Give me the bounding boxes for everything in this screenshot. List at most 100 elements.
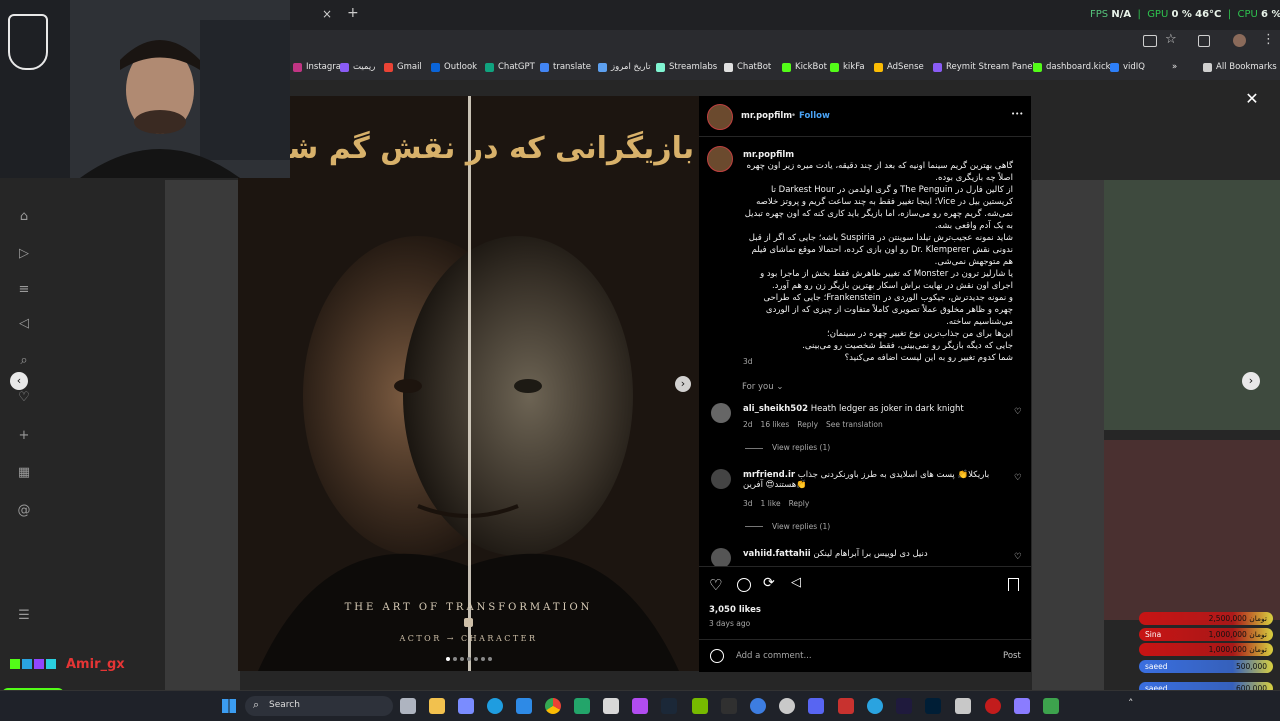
more-bookmarks-button[interactable]: » bbox=[1172, 59, 1177, 75]
more-menu-icon[interactable]: ☰ bbox=[16, 608, 32, 624]
epic-icon[interactable] bbox=[721, 698, 737, 714]
bookmark-item[interactable]: KickBot bbox=[782, 59, 827, 75]
file-explorer-icon[interactable] bbox=[429, 698, 445, 714]
wordpress-icon[interactable] bbox=[779, 698, 795, 714]
new-tab-button[interactable]: + bbox=[347, 5, 359, 21]
avatar[interactable] bbox=[711, 469, 731, 489]
chevron-up-icon[interactable]: ˄ bbox=[1128, 697, 1134, 710]
list-icon[interactable]: ≡ bbox=[16, 282, 32, 298]
avatar[interactable] bbox=[711, 403, 731, 423]
comment-input[interactable]: Add a comment... bbox=[736, 651, 812, 661]
avatar[interactable] bbox=[707, 104, 733, 130]
telegram-icon[interactable] bbox=[867, 698, 883, 714]
carousel-next-button[interactable]: › bbox=[675, 376, 691, 392]
view-replies-button[interactable]: View replies (1) bbox=[772, 443, 830, 452]
send-icon[interactable]: ◁ bbox=[16, 316, 32, 332]
view-replies-button[interactable]: View replies (1) bbox=[772, 522, 830, 531]
comment-likes[interactable]: 16 likes bbox=[761, 420, 790, 429]
reply-button[interactable]: Reply bbox=[797, 420, 818, 429]
cast-icon[interactable] bbox=[1143, 35, 1157, 47]
see-translation-button[interactable]: See translation bbox=[826, 420, 883, 429]
store-icon[interactable] bbox=[458, 698, 474, 714]
search-icon[interactable]: ⌕ bbox=[16, 353, 32, 369]
chevron-down-icon: ⌄ bbox=[776, 382, 784, 392]
star-icon[interactable]: ☆ bbox=[1165, 32, 1177, 47]
repost-icon[interactable]: ⟳ bbox=[763, 575, 775, 591]
post-comment-button[interactable]: Post bbox=[1003, 651, 1021, 661]
create-icon[interactable]: + bbox=[16, 428, 32, 444]
app-icon[interactable] bbox=[750, 698, 766, 714]
bookmark-item[interactable]: translate bbox=[540, 59, 591, 75]
bookmark-item[interactable]: AdSense bbox=[874, 59, 924, 75]
obs-icon[interactable] bbox=[985, 698, 1001, 714]
previous-post-button[interactable]: ‹ bbox=[10, 372, 28, 390]
dashboard-icon[interactable]: ▦ bbox=[16, 465, 32, 481]
like-comment-icon[interactable]: ♡ bbox=[1014, 552, 1022, 562]
reels-icon[interactable]: ▷ bbox=[16, 246, 32, 262]
carousel-dot bbox=[474, 657, 478, 661]
close-icon[interactable]: ✕ bbox=[1243, 90, 1261, 108]
bookmark-item[interactable]: Gmail bbox=[384, 59, 422, 75]
heart-icon[interactable]: ♡ bbox=[16, 390, 32, 406]
app-icon[interactable] bbox=[955, 698, 971, 714]
app-icon[interactable] bbox=[1043, 698, 1059, 714]
caption-username[interactable]: mr.popfilm bbox=[743, 150, 794, 160]
extensions-icon[interactable] bbox=[1198, 35, 1210, 47]
profile-avatar[interactable] bbox=[1233, 34, 1246, 47]
comment-icon[interactable] bbox=[737, 578, 751, 592]
app-icon[interactable] bbox=[1014, 698, 1030, 714]
emoji-icon[interactable] bbox=[710, 649, 724, 663]
avatar[interactable] bbox=[711, 548, 731, 568]
comments-filter-label: For you bbox=[742, 382, 774, 392]
nvidia-icon[interactable] bbox=[692, 698, 708, 714]
taskbar-search[interactable]: ⌕ Search bbox=[245, 696, 393, 716]
likes-count[interactable]: 3,050 likes bbox=[709, 605, 761, 615]
save-icon[interactable] bbox=[1008, 578, 1019, 591]
like-comment-icon[interactable]: ♡ bbox=[1014, 473, 1022, 483]
app-icon[interactable] bbox=[603, 698, 619, 714]
bookmark-item[interactable]: Streamlabs bbox=[656, 59, 717, 75]
taskbar: ⌕ Search ˄ bbox=[0, 690, 1280, 721]
post-username[interactable]: mr.popfilm bbox=[741, 111, 792, 121]
app-icon[interactable] bbox=[632, 698, 648, 714]
steam-icon[interactable] bbox=[661, 698, 677, 714]
photoshop-icon[interactable] bbox=[925, 698, 941, 714]
after-effects-icon[interactable] bbox=[896, 698, 912, 714]
bookmark-item[interactable]: ChatBot bbox=[724, 59, 771, 75]
bookmark-item[interactable]: dashboard.kick bbox=[1033, 59, 1111, 75]
share-icon[interactable]: ◁ bbox=[791, 575, 801, 590]
edge-icon[interactable] bbox=[487, 698, 503, 714]
discord-icon[interactable] bbox=[808, 698, 824, 714]
comment-username[interactable]: ali_sheikh502 bbox=[743, 404, 808, 414]
app-icon[interactable] bbox=[838, 698, 854, 714]
windows-start-icon[interactable] bbox=[222, 699, 236, 713]
next-post-button[interactable]: › bbox=[1242, 372, 1260, 390]
comment-likes[interactable]: 1 like bbox=[761, 499, 781, 508]
avatar[interactable] bbox=[707, 146, 733, 172]
threads-icon[interactable]: @ bbox=[16, 503, 32, 519]
like-icon[interactable]: ♡ bbox=[709, 576, 722, 594]
tab-close-button[interactable]: × bbox=[322, 7, 332, 21]
all-bookmarks-button[interactable]: All Bookmarks bbox=[1203, 59, 1277, 75]
comments-filter[interactable]: For you ⌄ bbox=[742, 382, 783, 392]
menu-icon[interactable]: ⋮ bbox=[1262, 32, 1275, 47]
comment-meta: 3d 1 like Reply bbox=[743, 499, 809, 508]
home-icon[interactable]: ⌂ bbox=[16, 209, 32, 225]
follow-button[interactable]: Follow bbox=[799, 111, 830, 121]
more-options-icon[interactable]: ••• bbox=[1011, 110, 1023, 118]
comment-username[interactable]: mrfriend.ir bbox=[743, 470, 795, 480]
reply-button[interactable]: Reply bbox=[789, 499, 810, 508]
chrome-icon[interactable] bbox=[545, 698, 561, 714]
bookmark-item[interactable]: kikFa bbox=[830, 59, 865, 75]
comment-username[interactable]: vahiid.fattahii bbox=[743, 549, 811, 559]
bookmark-item[interactable]: ChatGPT bbox=[485, 59, 535, 75]
bookmark-item[interactable]: Outlook bbox=[431, 59, 477, 75]
bookmark-item[interactable]: Reymit Stream Panel bbox=[933, 59, 1035, 75]
app-icon[interactable] bbox=[574, 698, 590, 714]
bookmark-item[interactable]: ریمیت bbox=[340, 59, 375, 75]
task-view-icon[interactable] bbox=[400, 698, 416, 714]
bookmark-item[interactable]: vidIQ bbox=[1110, 59, 1145, 75]
like-comment-icon[interactable]: ♡ bbox=[1014, 407, 1022, 417]
bookmark-item[interactable]: تاریخ امروز bbox=[598, 59, 650, 75]
mail-icon[interactable] bbox=[516, 698, 532, 714]
